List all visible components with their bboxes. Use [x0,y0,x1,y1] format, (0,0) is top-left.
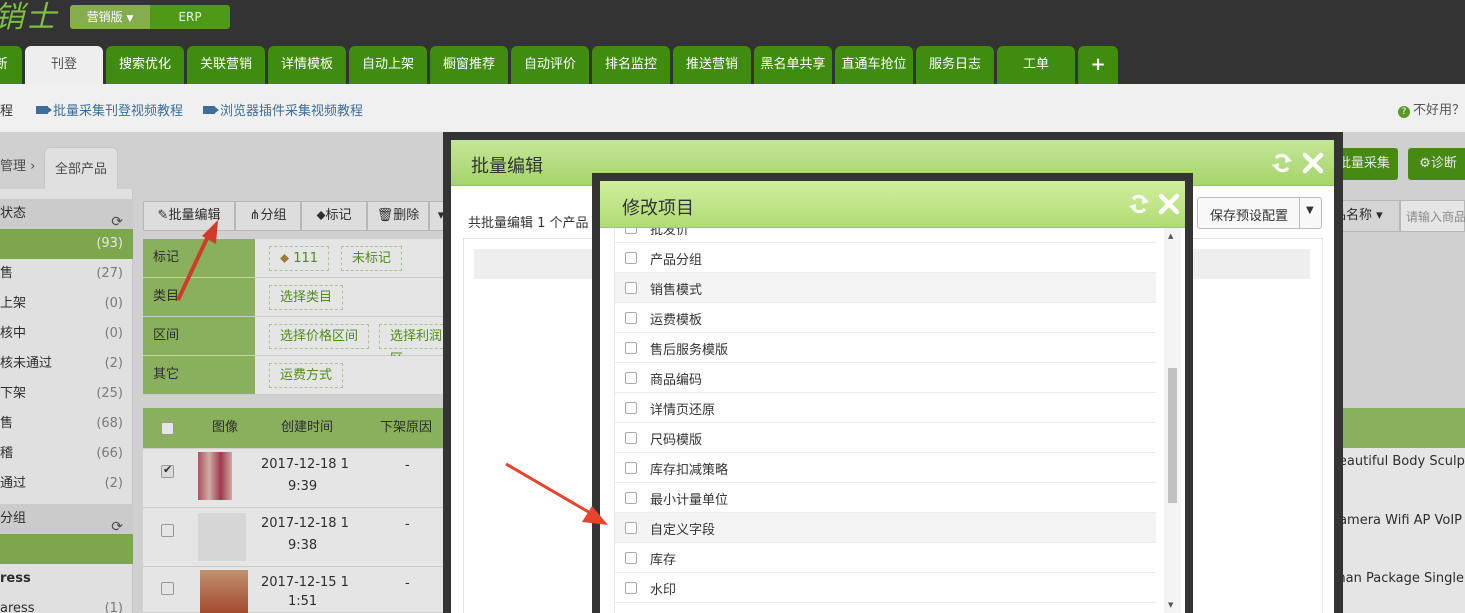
nav-tab-add[interactable]: + [1078,46,1118,84]
modify-items-list: 批发价 产品分组 销售模式 运费模板 售后服务模版 商品编码 详情页还原 尺码模… [614,228,1156,613]
item-label: 库存 [650,553,677,568]
nav-tab-publish[interactable]: 刊登 [25,46,103,84]
close-icon[interactable] [1158,193,1180,215]
modify-items-title: 修改项目 [622,198,694,219]
help-icon: ? [1398,106,1410,118]
item-label: 最小计量单位 [650,493,729,508]
list-item[interactable]: 销售模式 [615,273,1156,303]
tutorial-link-plugin-label: 浏览器插件采集视频教程 [220,104,364,119]
annotation-arrow-icon [505,462,608,525]
modify-items-header: 修改项目 [600,181,1185,228]
app-logo[interactable]: 销士 [0,0,58,36]
item-label: 详情页还原 [650,403,716,418]
item-checkbox[interactable] [625,282,637,294]
nav-tab-blacklist[interactable]: 黑名单共享 [754,46,832,84]
item-checkbox[interactable] [625,252,637,264]
item-checkbox[interactable] [625,402,637,414]
nav-tab-push[interactable]: 推送营销 [673,46,751,84]
scrollbar-thumb[interactable] [1168,368,1177,503]
nav-tab-auto-list[interactable]: 自动上架 [349,46,427,84]
scroll-down-icon[interactable]: ▼ [1168,601,1173,609]
item-label: 商品编码 [650,373,703,388]
item-label: 售后服务模版 [650,343,729,358]
item-checkbox[interactable] [625,492,637,504]
item-label: 水印 [650,583,677,598]
batch-edit-title: 批量编辑 [471,156,543,177]
list-item[interactable]: 详情页还原 [615,393,1156,423]
item-label: 尺码模版 [650,433,703,448]
nav-tab-rank[interactable]: 排名监控 [592,46,670,84]
refresh-icon[interactable] [1271,152,1293,174]
caret-down-icon[interactable]: ▼ [1299,198,1321,228]
close-icon[interactable] [1302,152,1324,174]
list-item[interactable]: 售后服务模版 [615,333,1156,363]
item-checkbox[interactable] [625,552,637,564]
nav-tab-log[interactable]: 服务日志 [916,46,994,84]
item-checkbox[interactable] [625,462,637,474]
save-preset-label: 保存预设配置 [1210,209,1289,224]
list-item[interactable]: 商品编码 [615,363,1156,393]
feedback-link[interactable]: ? 不好用？ [1398,99,1465,118]
tutorial-link-batch-label: 批量采集刊登视频教程 [53,104,184,119]
modify-items-modal: 修改项目 批发价 产品分组 销售模式 运费模板 售后服务模版 商品编码 详情页还… [592,173,1193,613]
item-checkbox[interactable] [625,312,637,324]
edit-count-text: 共批量编辑 1 个产品 [468,216,589,231]
item-checkbox[interactable] [625,522,637,534]
item-label: 库存扣减策略 [650,463,729,478]
list-scrollbar[interactable]: ▲ ▼ [1164,228,1181,613]
list-item[interactable]: 自定义字段 [615,513,1156,543]
scroll-up-icon[interactable]: ▲ [1168,232,1173,240]
item-label: 自定义字段 [650,523,716,538]
list-item[interactable]: 产品分组 [615,243,1156,273]
item-label: 批发价 [650,228,690,238]
modify-items-panel: 修改项目 批发价 产品分组 销售模式 运费模板 售后服务模版 商品编码 详情页还… [600,181,1185,613]
caret-down-icon: ▼ [126,14,134,24]
tutorial-link-0[interactable]: 程 [0,100,13,119]
version-label: 营销版 [86,10,123,24]
nav-tab-search-opt[interactable]: 搜索优化 [106,46,184,84]
item-checkbox[interactable] [625,228,637,234]
video-icon [203,106,219,114]
list-item[interactable]: 批发价 [615,228,1156,243]
list-item[interactable]: 最小计量单位 [615,483,1156,513]
nav-tab-ticket[interactable]: 工单 [997,46,1075,84]
item-label: 运费模板 [650,313,703,328]
list-item[interactable]: 尺码模版 [615,423,1156,453]
nav-tab-detail-template[interactable]: 详情模板 [268,46,346,84]
item-checkbox[interactable] [625,432,637,444]
item-checkbox[interactable] [625,342,637,354]
item-checkbox[interactable] [625,372,637,384]
list-item[interactable]: 水印 [615,573,1156,603]
feedback-label: 不好用？ [1413,103,1465,118]
tutorial-link-batch[interactable]: 批量采集刊登视频教程 [36,100,183,119]
nav-tab-window[interactable]: 橱窗推荐 [430,46,508,84]
nav-tab-auto-review[interactable]: 自动评价 [511,46,589,84]
video-icon [36,106,52,114]
tutorial-link-plugin[interactable]: 浏览器插件采集视频教程 [203,100,363,119]
list-item[interactable]: 库存 [615,543,1156,573]
nav-tab-0[interactable]: 断 [0,46,22,84]
sub-bar: 程 批量采集刊登视频教程 浏览器插件采集视频教程 [0,84,1465,132]
save-preset-button[interactable]: 保存预设配置 ▼ [1197,197,1322,229]
version-dropdown[interactable]: 营销版 ▼ [70,5,150,29]
item-label: 销售模式 [650,283,703,298]
erp-button[interactable]: ERP [150,5,230,29]
item-label: 产品分组 [650,253,703,268]
nav-tab-ads[interactable]: 直通车抢位 [835,46,913,84]
item-checkbox[interactable] [625,582,637,594]
list-item[interactable]: 库存扣减策略 [615,453,1156,483]
list-item[interactable]: 运费模板 [615,303,1156,333]
nav-tab-related[interactable]: 关联营销 [187,46,265,84]
refresh-icon[interactable] [1128,193,1150,215]
